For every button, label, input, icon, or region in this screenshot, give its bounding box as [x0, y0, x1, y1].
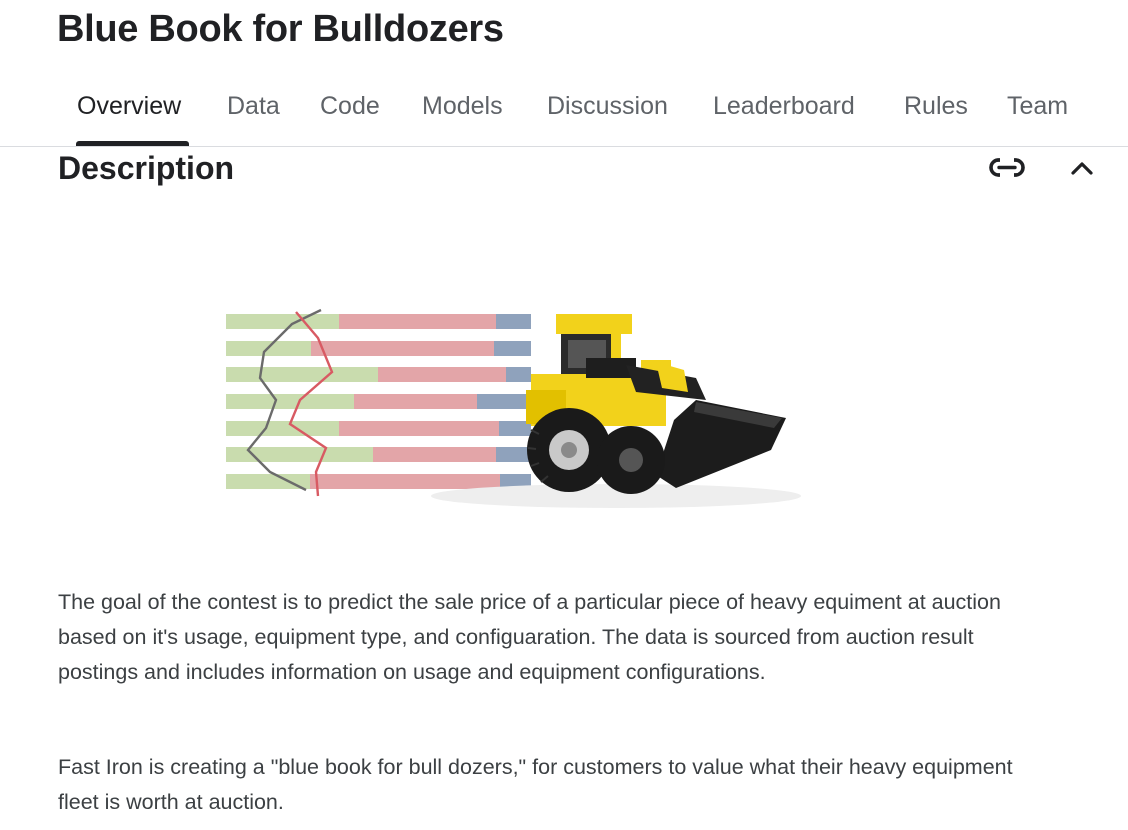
active-tab-indicator — [76, 141, 189, 146]
tab-overview[interactable]: Overview — [77, 92, 181, 121]
tab-models[interactable]: Models — [422, 92, 503, 121]
section-title: Description — [58, 150, 235, 186]
description-paragraph-2: Fast Iron is creating a "blue book for b… — [58, 755, 1013, 814]
bulldozer-illustration — [526, 314, 786, 494]
link-icon[interactable] — [988, 154, 1026, 182]
tab-data[interactable]: Data — [227, 92, 280, 121]
page-title: Blue Book for Bulldozers — [57, 8, 504, 50]
hero-image — [226, 300, 801, 515]
tab-code[interactable]: Code — [320, 92, 380, 121]
bulldozer-chart-illustration — [226, 308, 801, 508]
tab-team[interactable]: Team — [1007, 92, 1068, 121]
tab-discussion[interactable]: Discussion — [547, 92, 668, 121]
tab-bar: Blue Book for Bulldozers Overview Data C… — [0, 0, 1128, 147]
tab-leaderboard[interactable]: Leaderboard — [713, 92, 855, 121]
bar-rows — [226, 314, 531, 489]
description-paragraph-1: The goal of the contest is to predict th… — [58, 590, 1001, 684]
tab-rules[interactable]: Rules — [904, 92, 968, 121]
chevron-up-icon[interactable] — [1070, 158, 1094, 178]
